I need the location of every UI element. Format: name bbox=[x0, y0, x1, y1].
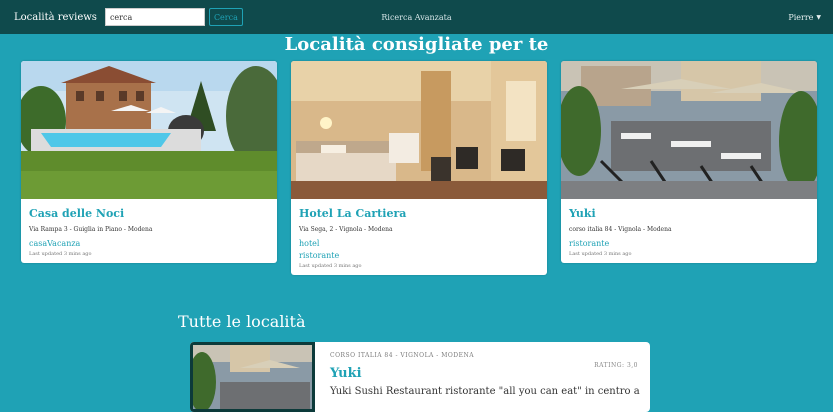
place-card[interactable]: Casa delle Noci Via Rampa 3 - Guiglia in… bbox=[21, 61, 277, 263]
place-name[interactable]: Casa delle Noci bbox=[29, 207, 269, 220]
place-address: corso italia 84 - Vignola - Modena bbox=[569, 226, 672, 233]
place-tag[interactable]: casaVacanza bbox=[29, 239, 269, 248]
image-frame bbox=[190, 342, 315, 412]
place-name[interactable]: Yuki bbox=[569, 207, 809, 220]
place-image bbox=[291, 61, 547, 199]
search-input[interactable] bbox=[104, 8, 205, 26]
place-image bbox=[561, 61, 817, 199]
place-tag[interactable]: ristorante bbox=[299, 251, 539, 260]
search-button[interactable]: Cerca bbox=[208, 8, 243, 26]
last-updated: Last updated 3 mins ago bbox=[569, 251, 632, 257]
user-name: Pierre bbox=[788, 12, 814, 22]
advanced-search-link[interactable]: Ricerca Avanzata bbox=[381, 13, 451, 22]
brand-link[interactable]: Località reviews bbox=[14, 12, 97, 23]
place-name[interactable]: Yuki bbox=[330, 366, 362, 381]
place-tag[interactable]: ristorante bbox=[569, 239, 809, 248]
place-address: Via Sega, 2 - Vignola - Modena bbox=[299, 226, 393, 233]
place-tag[interactable]: hotel bbox=[299, 239, 539, 248]
place-list-item[interactable]: CORSO ITALIA 84 - VIGNOLA - MODENA RATIN… bbox=[190, 342, 650, 412]
place-address: CORSO ITALIA 84 - VIGNOLA - MODENA bbox=[330, 352, 475, 359]
place-name[interactable]: Hotel La Cartiera bbox=[299, 207, 539, 220]
place-card[interactable]: Hotel La Cartiera Via Sega, 2 - Vignola … bbox=[291, 61, 547, 275]
user-menu[interactable]: Pierre ▼ bbox=[788, 13, 821, 22]
caret-down-icon: ▼ bbox=[816, 13, 821, 21]
place-image bbox=[21, 61, 277, 199]
place-rating: RATING: 3,0 bbox=[594, 362, 638, 369]
last-updated: Last updated 3 mins ago bbox=[299, 263, 362, 269]
recommended-title: Località consigliate per te bbox=[284, 34, 549, 55]
place-card[interactable]: Yuki corso italia 84 - Vignola - Modena … bbox=[561, 61, 817, 263]
navbar: Località reviews Cerca Ricerca Avanzata … bbox=[0, 0, 833, 34]
all-places-title: Tutte le località bbox=[178, 312, 306, 331]
last-updated: Last updated 3 mins ago bbox=[29, 251, 92, 257]
place-address: Via Rampa 3 - Guiglia in Piano - Modena bbox=[29, 226, 153, 233]
place-description: Yuki Sushi Restaurant ristorante "all yo… bbox=[330, 386, 640, 397]
